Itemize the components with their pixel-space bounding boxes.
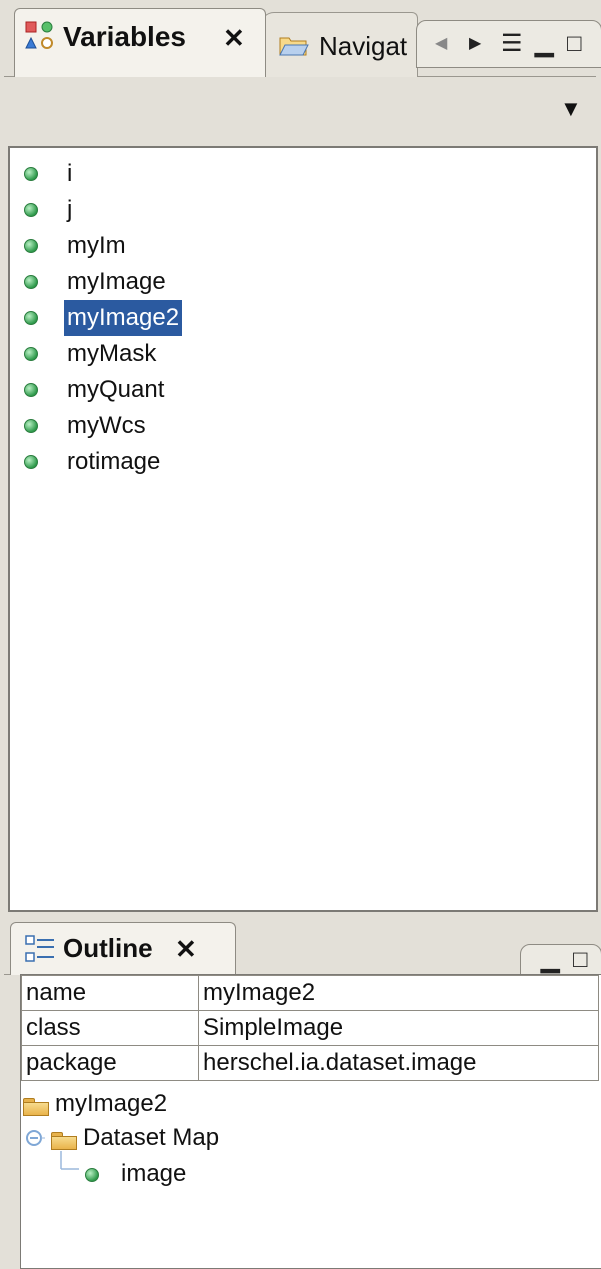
tree-node-root[interactable]: myImage2 bbox=[23, 1087, 167, 1121]
property-value: myImage2 bbox=[198, 975, 599, 1011]
collapse-icon[interactable] bbox=[23, 1125, 45, 1151]
tree-node-label: myImage2 bbox=[55, 1090, 168, 1117]
tab-variables[interactable]: Variables ✕ bbox=[14, 8, 266, 77]
properties-table: name myImage2 class SimpleImage package … bbox=[21, 975, 599, 1081]
variable-name: myWcs bbox=[67, 412, 146, 439]
tree-node-label: Dataset Map bbox=[83, 1124, 220, 1151]
variable-name: myMask bbox=[67, 340, 157, 367]
view-controls: ◀ ▶ ☰ ▁ □ bbox=[416, 20, 601, 68]
minimize-icon[interactable]: ▁ bbox=[535, 21, 553, 67]
variable-name: i bbox=[67, 160, 73, 187]
variables-icon bbox=[25, 21, 53, 49]
property-value: herschel.ia.dataset.image bbox=[198, 1045, 599, 1081]
maximize-icon[interactable]: □ bbox=[567, 21, 582, 67]
chevron-left-icon[interactable]: ◀ bbox=[435, 21, 447, 67]
variable-dot-icon bbox=[24, 239, 38, 253]
variable-dot-icon bbox=[24, 455, 38, 469]
chevron-right-icon[interactable]: ▶ bbox=[469, 21, 481, 67]
tree-node-dataset-map[interactable]: Dataset Map bbox=[51, 1121, 219, 1155]
maximize-icon[interactable]: □ bbox=[573, 945, 588, 975]
tab-outline[interactable]: Outline ✕ bbox=[10, 922, 236, 975]
outline-view: Outline ✕ ▁ □ name myImage2 class Simple… bbox=[4, 918, 601, 1269]
property-key: package bbox=[21, 1045, 199, 1081]
tab-outline-label: Outline bbox=[63, 933, 153, 963]
variable-dot-icon bbox=[24, 347, 38, 361]
table-row: name myImage2 bbox=[21, 975, 599, 1011]
property-value: SimpleImage bbox=[198, 1010, 599, 1046]
table-row: package herschel.ia.dataset.image bbox=[21, 1045, 599, 1081]
outline-view-controls: ▁ □ bbox=[520, 944, 601, 976]
table-row: class SimpleImage bbox=[21, 1010, 599, 1046]
tab-navigator[interactable]: Navigat bbox=[260, 12, 418, 77]
variables-list[interactable]: i j myIm myImage myImage2 myMask myQuant bbox=[8, 146, 598, 912]
variable-name: myQuant bbox=[67, 376, 165, 403]
tree-connector bbox=[60, 1151, 79, 1170]
variable-dot-icon bbox=[24, 311, 38, 325]
variable-dot-icon bbox=[24, 383, 38, 397]
close-icon[interactable]: ✕ bbox=[175, 934, 197, 965]
minimize-icon[interactable]: ▁ bbox=[541, 945, 559, 975]
variable-name: myIm bbox=[67, 232, 126, 259]
variable-dot-icon bbox=[24, 203, 38, 217]
variable-dot-icon bbox=[24, 167, 38, 181]
view-dropdown-icon[interactable]: ▼ bbox=[560, 96, 582, 122]
variable-name: myImage bbox=[67, 268, 166, 295]
close-icon[interactable]: ✕ bbox=[223, 23, 245, 54]
variable-name: rotimage bbox=[67, 448, 161, 475]
folder-icon bbox=[23, 1096, 49, 1116]
tab-navigator-label: Navigat bbox=[319, 31, 408, 61]
variable-name-selected: myImage2 bbox=[64, 300, 183, 336]
folder-icon bbox=[51, 1130, 77, 1150]
outline-icon bbox=[25, 935, 54, 962]
tree-node-image[interactable]: image bbox=[85, 1157, 186, 1191]
property-key: name bbox=[21, 975, 199, 1011]
variable-dot-icon bbox=[85, 1168, 99, 1182]
variable-name: j bbox=[67, 196, 73, 223]
view-menu-icon[interactable]: ☰ bbox=[501, 21, 523, 67]
variable-dot-icon bbox=[24, 419, 38, 433]
tree-node-label: image bbox=[121, 1160, 187, 1187]
variables-view: Navigat Variables ✕ ◀ ▶ ☰ ▁ □ ▼ i j myIm… bbox=[4, 0, 601, 912]
variable-dot-icon bbox=[24, 275, 38, 289]
property-key: class bbox=[21, 1010, 199, 1046]
tab-variables-label: Variables bbox=[63, 21, 186, 52]
folder-icon bbox=[279, 37, 309, 56]
outline-content: name myImage2 class SimpleImage package … bbox=[20, 974, 601, 1269]
